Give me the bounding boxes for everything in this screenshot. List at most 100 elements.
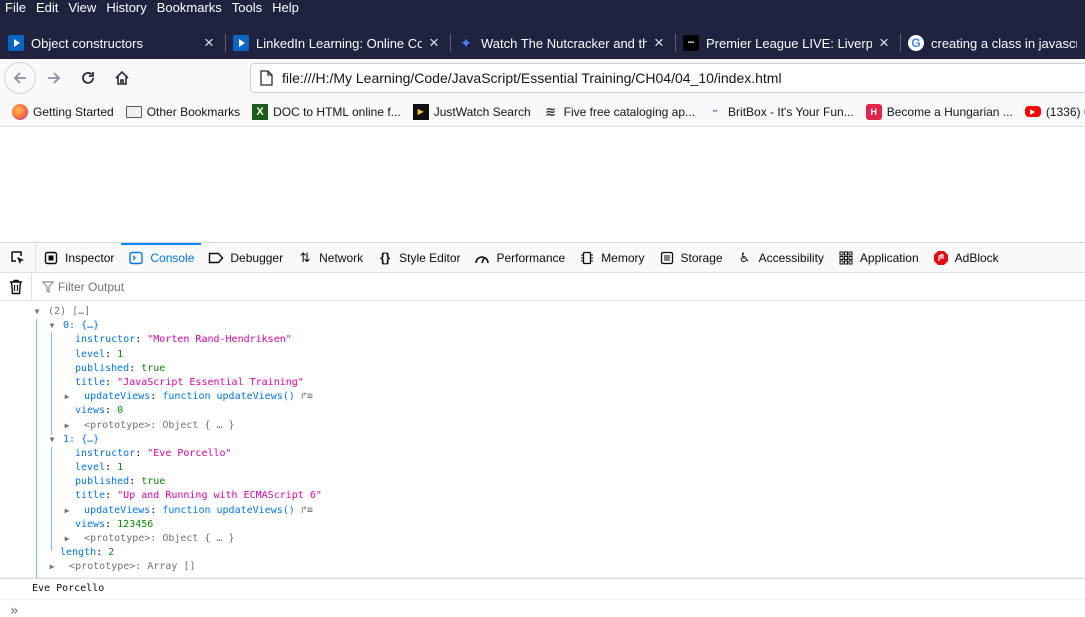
close-icon[interactable]: × [651, 34, 667, 51]
jump-to-definition-icon[interactable]: ↱≡ [301, 505, 313, 516]
tab-inspector[interactable]: Inspector [36, 243, 121, 273]
expand-triangle-icon[interactable]: ▼ [47, 319, 57, 333]
tab-label: Network [319, 250, 364, 265]
close-icon[interactable]: × [201, 34, 217, 51]
back-button[interactable] [4, 62, 36, 94]
bookmark-item[interactable]: H Become a Hungarian ... [865, 103, 1013, 120]
tab-console[interactable]: Console [121, 242, 202, 273]
forward-button[interactable] [38, 62, 70, 94]
console-message-log: Eve Porcello [0, 577, 1085, 600]
property-value: 2 [108, 547, 115, 559]
element-picker-button[interactable] [0, 242, 36, 273]
bookmark-item[interactable]: ▶ JustWatch Search [412, 103, 531, 120]
britbox-icon: ▪▪ [712, 108, 718, 115]
console-output: ▼ (2) […] ▼ 0: {…} instructor: "Morten R… [0, 301, 1085, 617]
expand-triangle-icon[interactable]: ▼ [32, 305, 42, 319]
tree-row[interactable]: ▶ <prototype>: Object { … } [32, 532, 1085, 546]
property-value: 1 [117, 462, 124, 474]
menu-history[interactable]: History [101, 0, 151, 15]
menu-help[interactable]: Help [267, 0, 304, 15]
bookmark-item[interactable]: X DOC to HTML online f... [252, 103, 401, 120]
tab-performance[interactable]: Performance [467, 243, 572, 273]
bookmark-item[interactable]: ▪▪ BritBox - It's Your Fun... [707, 104, 854, 120]
home-button[interactable] [106, 62, 138, 94]
property-value: true [141, 476, 166, 488]
justwatch-icon: ▶ [412, 103, 429, 120]
menu-view[interactable]: View [63, 0, 101, 15]
tree-row[interactable]: ▼ 0: {…} [32, 319, 1085, 333]
console-filter-bar: Filter Output [0, 272, 1085, 301]
browser-tab[interactable]: ✦ Watch The Nutcracker and the × [450, 27, 675, 59]
log-text: Eve Porcello [32, 582, 105, 594]
browser-tab[interactable]: Object constructors × [0, 27, 225, 59]
prototype-value: Array [] [147, 561, 196, 573]
tab-storage[interactable]: Storage [652, 243, 730, 273]
object-index-label: 1: {…} [63, 433, 100, 445]
tab-memory[interactable]: Memory [572, 243, 651, 273]
tab-application[interactable]: Application [831, 243, 926, 273]
property-row: title: "Up and Running with ECMAScript 6… [75, 490, 322, 502]
menu-bookmarks[interactable]: Bookmarks [152, 0, 227, 15]
tab-label: Debugger [230, 250, 284, 265]
tree-row[interactable]: ▶ updateViews: function updateViews() ↱≡ [32, 504, 1085, 518]
bookmark-item[interactable]: Getting Started [12, 103, 114, 120]
tab-label: Performance [496, 250, 566, 265]
close-icon[interactable]: × [876, 34, 892, 51]
property-row: level: 1 [75, 348, 124, 360]
tab-network[interactable]: ⇅ Network [290, 243, 370, 273]
trash-icon [9, 279, 22, 294]
bookmark-folder[interactable]: Other Bookmarks [125, 105, 240, 119]
tree-row[interactable]: ▼ (2) […] [32, 305, 1085, 319]
expand-triangle-icon[interactable]: ▶ [62, 390, 72, 404]
tab-title: Object constructors [31, 35, 143, 51]
bookmark-label: Become a Hungarian ... [886, 104, 1013, 119]
property-row: published: true [75, 362, 166, 374]
linkedin-learning-icon [233, 35, 249, 51]
jump-to-definition-icon[interactable]: ↱≡ [301, 391, 313, 402]
close-icon[interactable]: × [426, 34, 442, 51]
expand-triangle-icon[interactable]: ▶ [62, 419, 72, 433]
accessibility-icon: ♿ [738, 249, 751, 265]
menu-file[interactable]: File [0, 0, 31, 15]
expand-triangle-icon[interactable]: ▶ [62, 532, 72, 546]
arrow-left-icon [13, 72, 26, 84]
tab-debugger[interactable]: Debugger [201, 243, 290, 273]
tree-row[interactable]: ▶ updateViews: function updateViews() ↱≡ [32, 390, 1085, 404]
bookmark-label: DOC to HTML online f... [273, 104, 401, 119]
expand-triangle-icon[interactable]: ▼ [47, 433, 57, 447]
url-bar[interactable]: file:///H:/My Learning/Code/JavaScript/E… [250, 63, 1085, 93]
tree-row[interactable]: ▶ <prototype>: Array [] [32, 560, 1085, 574]
tab-accessibility[interactable]: ♿ Accessibility [730, 243, 831, 273]
browser-tab[interactable]: LinkedIn Learning: Online Cour × [225, 27, 450, 59]
tab-style-editor[interactable]: {} Style Editor [370, 243, 467, 273]
browser-title-bar: File Edit View History Bookmarks Tools H… [0, 0, 1085, 59]
bookmark-item[interactable]: ≋ Five free cataloging ap... [543, 104, 695, 120]
tab-title: creating a class in javascript - [931, 35, 1077, 51]
property-row: level: 1 [75, 462, 124, 474]
adblock-icon [933, 250, 949, 266]
filter-output-input[interactable]: Filter Output [32, 280, 124, 294]
menu-bar: File Edit View History Bookmarks Tools H… [0, 0, 304, 15]
tab-label: Application [859, 250, 919, 265]
tab-title: Watch The Nutcracker and the [481, 35, 647, 51]
property-value: "JavaScript Essential Training" [117, 376, 304, 388]
tree-row[interactable]: ▼ 1: {…} [32, 433, 1085, 447]
tree-row[interactable]: ▶ <prototype>: Object { … } [32, 419, 1085, 433]
bookmark-item[interactable]: (1336) Co [1024, 104, 1085, 119]
menu-edit[interactable]: Edit [31, 0, 63, 15]
application-icon [838, 250, 854, 266]
property-value: "Up and Running with ECMAScript 6" [117, 490, 322, 502]
tab-adblock[interactable]: AdBlock [926, 243, 1006, 273]
expand-triangle-icon[interactable]: ▶ [62, 504, 72, 518]
reload-button[interactable] [72, 62, 104, 94]
reload-icon [82, 72, 94, 84]
property-row: views: 0 [75, 405, 124, 417]
expand-triangle-icon[interactable]: ▶ [47, 560, 57, 574]
clear-console-button[interactable] [0, 272, 32, 301]
browser-tab[interactable]: ▪▪▪ Premier League LIVE: Liverpool × [675, 27, 900, 59]
console-icon [128, 250, 144, 266]
bookmark-label: (1336) Co [1045, 104, 1085, 119]
browser-tab[interactable]: G creating a class in javascript - [900, 27, 1085, 59]
console-input[interactable]: » [0, 600, 1085, 617]
menu-tools[interactable]: Tools [227, 0, 267, 15]
